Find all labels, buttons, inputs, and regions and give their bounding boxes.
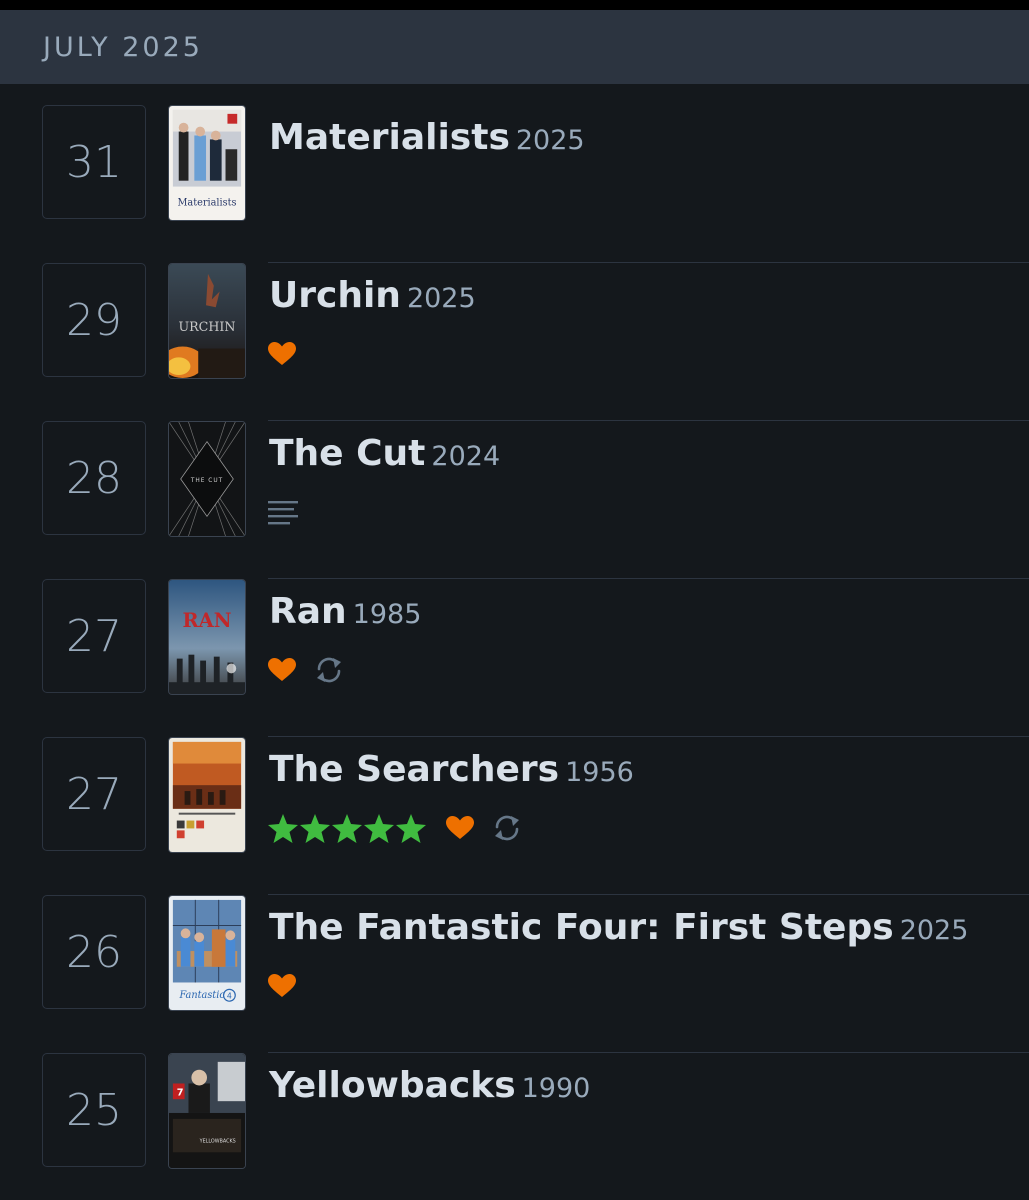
title-line: Ran 1985 — [269, 591, 421, 632]
day-box[interactable]: 28 — [42, 421, 146, 535]
poster-caption: Materialists — [177, 197, 236, 208]
diary-entry[interactable]: 27 The Searchers 1956 — [0, 737, 1029, 895]
month-label: JULY 2025 — [43, 31, 203, 63]
day-number: 26 — [66, 926, 122, 978]
film-year[interactable]: 2024 — [431, 441, 500, 472]
rewatch-icon — [314, 655, 344, 685]
svg-text:7: 7 — [177, 1087, 184, 1098]
title-line: Materialists 2025 — [269, 117, 585, 158]
month-header: JULY 2025 — [0, 10, 1029, 84]
day-box[interactable]: 27 — [42, 579, 146, 693]
day-box[interactable]: 26 — [42, 895, 146, 1009]
diary-entry[interactable]: 27 RAN Ran 1985 — [0, 579, 1029, 737]
star-rating — [268, 813, 428, 843]
diary-entry[interactable]: 26 Fantastic 4 The Fantastic Four: First… — [0, 895, 1029, 1053]
heart-icon — [268, 342, 296, 366]
day-box[interactable]: 29 — [42, 263, 146, 377]
film-year[interactable]: 2025 — [516, 125, 585, 156]
day-box[interactable]: 31 — [42, 105, 146, 219]
diary-entry[interactable]: 28 THE CUT The Cut 2024 — [0, 421, 1029, 579]
film-year[interactable]: 1985 — [353, 599, 422, 630]
star-icon — [364, 813, 394, 843]
poster-materialists[interactable]: Materialists — [168, 105, 246, 221]
title-line: Urchin 2025 — [269, 275, 476, 316]
title-line: The Cut 2024 — [269, 433, 500, 474]
film-year[interactable]: 2025 — [407, 283, 476, 314]
svg-text:Fantastic: Fantastic — [178, 990, 225, 1001]
diary-list: 31 Materialists Materialists 2025 29 URC… — [0, 105, 1029, 1200]
day-number: 25 — [66, 1084, 122, 1136]
film-title[interactable]: The Cut — [269, 433, 425, 474]
film-title[interactable]: Materialists — [269, 117, 510, 158]
heart-icon — [268, 658, 296, 682]
star-icon — [268, 813, 298, 843]
poster-caption: RAN — [182, 609, 231, 632]
title-line: The Searchers 1956 — [269, 749, 634, 790]
poster-yellowbacks[interactable]: 7 YELLOWBACKS — [168, 1053, 246, 1169]
film-year[interactable]: 2025 — [900, 915, 969, 946]
heart-icon — [268, 974, 296, 998]
poster-the-searchers[interactable] — [168, 737, 246, 853]
film-title[interactable]: Ran — [269, 591, 347, 632]
entry-meta — [268, 655, 362, 685]
day-number: 28 — [66, 452, 122, 504]
poster-fantastic-four[interactable]: Fantastic 4 — [168, 895, 246, 1011]
status-bar — [0, 0, 1029, 10]
entry-meta — [268, 813, 540, 843]
star-icon — [396, 813, 426, 843]
day-number: 29 — [66, 294, 122, 346]
heart-icon — [446, 816, 474, 840]
entry-meta — [268, 339, 314, 369]
poster-the-cut[interactable]: THE CUT — [168, 421, 246, 537]
rewatch-icon — [492, 813, 522, 843]
day-number: 31 — [66, 136, 122, 188]
star-icon — [300, 813, 330, 843]
diary-screen: JULY 2025 31 Materialists Materialists 2… — [0, 0, 1029, 1200]
film-title[interactable]: Urchin — [269, 275, 401, 316]
star-icon — [332, 813, 362, 843]
diary-entry[interactable]: 31 Materialists Materialists 2025 — [0, 105, 1029, 263]
svg-text:4: 4 — [227, 992, 232, 1001]
poster-caption: YELLOWBACKS — [199, 1138, 236, 1144]
diary-entry[interactable]: 25 7 YELLOWBACKS Yellowbacks 1990 — [0, 1053, 1029, 1200]
day-number: 27 — [66, 610, 122, 662]
title-line: The Fantastic Four: First Steps 2025 — [269, 907, 968, 948]
film-year[interactable]: 1956 — [565, 757, 634, 788]
entry-meta — [268, 971, 314, 1001]
review-text-icon[interactable] — [268, 499, 298, 525]
day-box[interactable]: 25 — [42, 1053, 146, 1167]
film-year[interactable]: 1990 — [522, 1073, 591, 1104]
film-title[interactable]: Yellowbacks — [269, 1065, 516, 1106]
poster-ran[interactable]: RAN — [168, 579, 246, 695]
film-title[interactable]: The Searchers — [269, 749, 559, 790]
entry-meta — [268, 497, 316, 527]
day-box[interactable]: 27 — [42, 737, 146, 851]
diary-entry[interactable]: 29 URCHIN Urchin 2025 — [0, 263, 1029, 421]
poster-urchin[interactable]: URCHIN — [168, 263, 246, 379]
poster-caption: THE CUT — [190, 478, 223, 484]
poster-caption: URCHIN — [178, 319, 235, 334]
day-number: 27 — [66, 768, 122, 820]
film-title[interactable]: The Fantastic Four: First Steps — [269, 907, 894, 948]
title-line: Yellowbacks 1990 — [269, 1065, 590, 1106]
